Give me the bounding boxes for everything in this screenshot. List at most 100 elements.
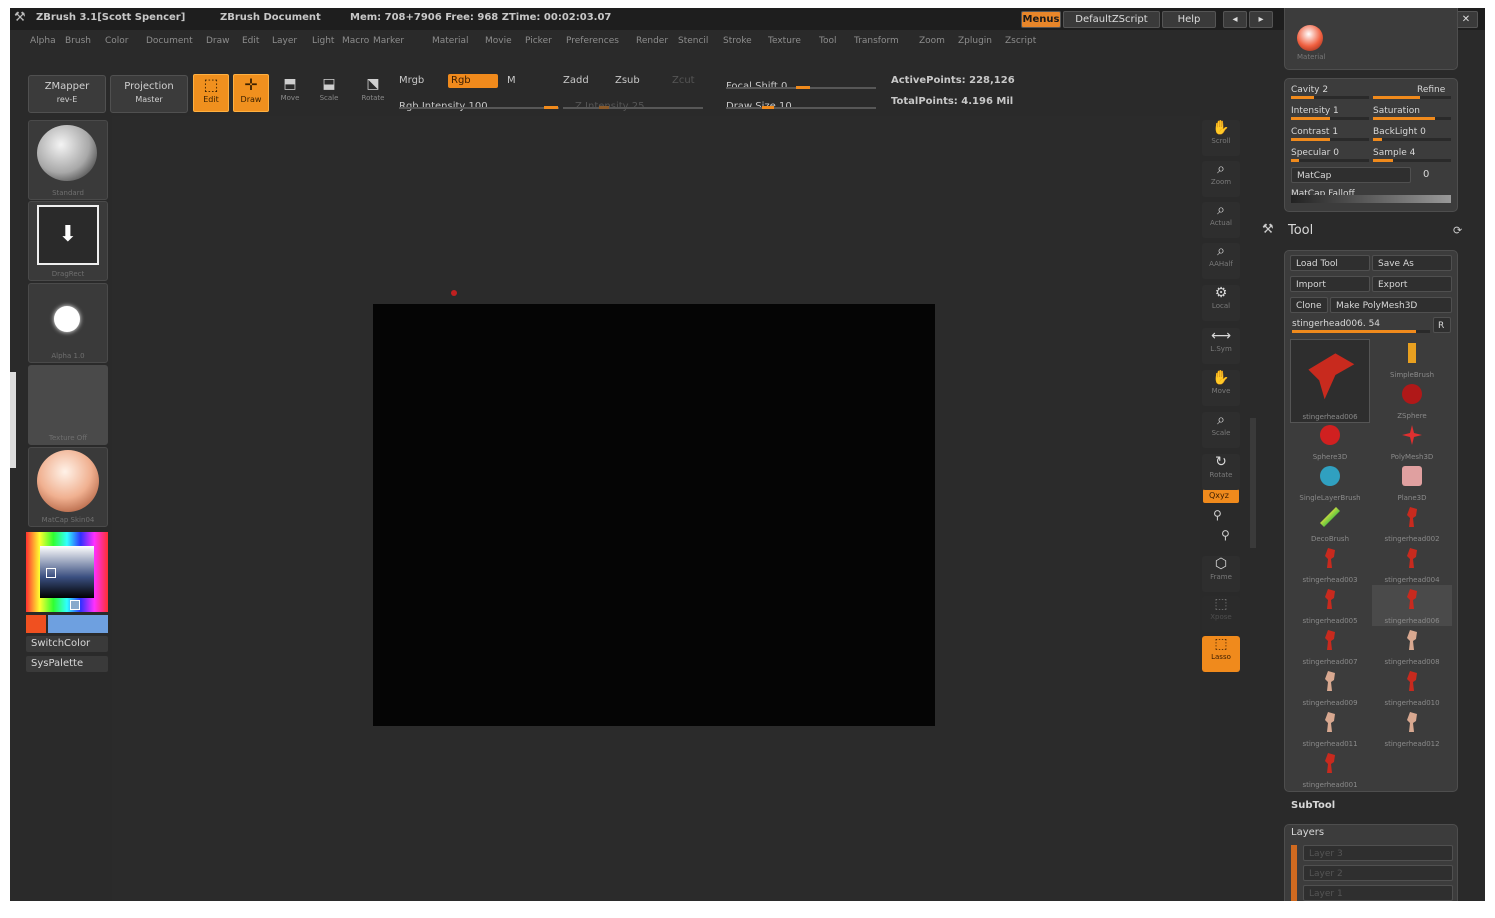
intensity-slider[interactable]: Intensity 1 — [1291, 104, 1369, 120]
rgb-toggle[interactable]: Rgb — [448, 74, 498, 88]
layers-scrollbar[interactable] — [1291, 845, 1297, 901]
z-intensity-slider[interactable]: Z Intensity 25 — [563, 94, 703, 112]
tool-palette-refresh-icon[interactable]: ⟳ — [1453, 224, 1462, 237]
menu-marker[interactable]: Marker — [373, 36, 404, 46]
menus-button[interactable]: Menus — [1021, 11, 1061, 28]
matcap-button[interactable]: MatCap — [1291, 167, 1411, 183]
menu-zscript[interactable]: Zscript — [1005, 36, 1036, 46]
shelf-xpose-button[interactable]: ⬚ Xpose — [1202, 596, 1240, 632]
m-toggle[interactable]: M — [507, 75, 516, 86]
tool-item[interactable]: stingerhead012 — [1372, 708, 1452, 749]
make-polymesh-button[interactable]: Make PolyMesh3D — [1330, 297, 1452, 313]
rgb-intensity-slider[interactable]: Rgb Intensity 100 — [399, 94, 559, 112]
menu-stroke[interactable]: Stroke — [723, 36, 752, 46]
material-swatch-icon[interactable] — [1297, 25, 1323, 51]
zsub-toggle[interactable]: Zsub — [615, 75, 640, 86]
menu-alpha[interactable]: Alpha — [30, 36, 56, 46]
layout-right-icon[interactable]: ▸ — [1249, 11, 1273, 28]
scale-mode-button[interactable]: ⬓ Scale — [316, 76, 342, 110]
right-shelf-scrollbar[interactable] — [1250, 418, 1256, 548]
projection-master-button[interactable]: Projection Master — [110, 75, 188, 113]
tool-palette-pin-icon[interactable]: ⚒ — [1262, 222, 1274, 237]
tool-item[interactable]: Plane3D — [1372, 462, 1452, 503]
tool-item[interactable]: stingerhead006 — [1290, 339, 1370, 423]
zadd-toggle[interactable]: Zadd — [563, 75, 589, 86]
tool-item[interactable]: stingerhead007 — [1290, 626, 1370, 667]
current-tool-slider[interactable]: stingerhead006. 54 — [1292, 317, 1430, 333]
stroke-picker[interactable]: ⬇ DragRect — [28, 201, 108, 281]
tool-item[interactable]: DecoBrush — [1290, 503, 1370, 544]
layout-left-icon[interactable]: ◂ — [1223, 11, 1247, 28]
zmapper-button[interactable]: ZMapper rev-E — [28, 75, 106, 113]
tool-palette-title[interactable]: Tool — [1288, 223, 1313, 238]
tool-item[interactable]: Sphere3D — [1290, 421, 1370, 462]
layer-item[interactable]: Layer 3 — [1303, 845, 1453, 861]
draw-size-slider[interactable]: Draw Size 10 — [726, 94, 876, 112]
tool-item[interactable]: stingerhead011 — [1290, 708, 1370, 749]
primary-color-swatch[interactable] — [26, 615, 46, 633]
refine-slider[interactable]: Refine — [1373, 83, 1451, 99]
backlight-slider[interactable]: BackLight 0 — [1373, 125, 1451, 141]
left-tray-handle[interactable] — [10, 372, 16, 468]
subtool-header[interactable]: SubTool — [1291, 800, 1335, 811]
shelf-scale-button[interactable]: ⌕ Scale — [1202, 412, 1240, 448]
menu-color[interactable]: Color — [105, 36, 129, 46]
tool-item[interactable]: stingerhead004 — [1372, 544, 1452, 585]
tool-item[interactable]: stingerhead010 — [1372, 667, 1452, 708]
menu-brush[interactable]: Brush — [65, 36, 91, 46]
rotate-mode-button[interactable]: ⬔ Rotate — [360, 76, 386, 110]
tool-item[interactable]: stingerhead006 — [1372, 585, 1452, 626]
menu-transform[interactable]: Transform — [854, 36, 899, 46]
layer-item[interactable]: Layer 2 — [1303, 865, 1453, 881]
shelf-actual-button[interactable]: ⌕ Actual — [1202, 202, 1240, 238]
texture-picker[interactable]: Texture Off — [28, 365, 108, 445]
shelf-move-button[interactable]: ✋ Move — [1202, 370, 1240, 406]
layer-item[interactable]: Layer 1 — [1303, 885, 1453, 901]
menu-preferences[interactable]: Preferences — [566, 36, 619, 46]
tool-item[interactable]: PolyMesh3D — [1372, 421, 1452, 462]
shelf-frame-button[interactable]: ⬡ Frame — [1202, 556, 1240, 592]
tool-item[interactable]: SingleLayerBrush — [1290, 462, 1370, 503]
tool-item[interactable]: stingerhead003 — [1290, 544, 1370, 585]
menu-document[interactable]: Document — [146, 36, 193, 46]
menu-draw[interactable]: Draw — [206, 36, 230, 46]
focal-shift-slider[interactable]: Focal Shift 0 — [726, 74, 876, 92]
menu-edit[interactable]: Edit — [242, 36, 259, 46]
tool-item[interactable]: stingerhead009 — [1290, 667, 1370, 708]
secondary-color-swatch[interactable] — [48, 615, 108, 633]
color-hue-handle[interactable] — [70, 600, 80, 610]
tool-item[interactable]: SimpleBrush — [1372, 339, 1452, 380]
cavity-slider[interactable]: Cavity 2 — [1291, 83, 1369, 99]
tool-item[interactable]: stingerhead005 — [1290, 585, 1370, 626]
tool-item[interactable]: stingerhead002 — [1372, 503, 1452, 544]
export-button[interactable]: Export — [1372, 276, 1452, 292]
sample-slider[interactable]: Sample 4 — [1373, 146, 1451, 162]
sys-palette-button[interactable]: SysPalette — [26, 656, 108, 672]
menu-render[interactable]: Render — [636, 36, 668, 46]
brush-picker[interactable]: Standard — [28, 120, 108, 200]
menu-material[interactable]: Material — [432, 36, 469, 46]
tool-item[interactable]: stingerhead008 — [1372, 626, 1452, 667]
menu-stencil[interactable]: Stencil — [678, 36, 708, 46]
r-button[interactable]: R — [1433, 317, 1451, 333]
menu-picker[interactable]: Picker — [525, 36, 552, 46]
menu-layer[interactable]: Layer — [272, 36, 297, 46]
switch-color-button[interactable]: SwitchColor — [26, 636, 108, 652]
load-tool-button[interactable]: Load Tool — [1290, 255, 1370, 271]
alpha-picker[interactable]: Alpha 1.0 — [28, 283, 108, 363]
tool-item[interactable]: ZSphere — [1372, 380, 1452, 421]
move-mode-button[interactable]: ⬒ Move — [277, 76, 303, 110]
menu-movie[interactable]: Movie — [485, 36, 512, 46]
xyz-symmetry-button[interactable]: Qxyz — [1203, 489, 1239, 503]
document-canvas[interactable] — [373, 304, 935, 726]
menu-zplugin[interactable]: Zplugin — [958, 36, 992, 46]
contrast-slider[interactable]: Contrast 1 — [1291, 125, 1369, 141]
color-selector-handle[interactable] — [46, 568, 56, 578]
shelf-aahalf-button[interactable]: ⌕ AAHalf — [1202, 243, 1240, 279]
save-as-button[interactable]: Save As — [1372, 255, 1452, 271]
zoom-out-icon[interactable]: ⚲ — [1221, 528, 1230, 542]
menu-light[interactable]: Light — [312, 36, 334, 46]
menu-macro[interactable]: Macro — [342, 36, 369, 46]
shelf-local-button[interactable]: ⚙ Local — [1202, 285, 1240, 321]
draw-mode-button[interactable]: ✛ Draw — [233, 74, 269, 112]
